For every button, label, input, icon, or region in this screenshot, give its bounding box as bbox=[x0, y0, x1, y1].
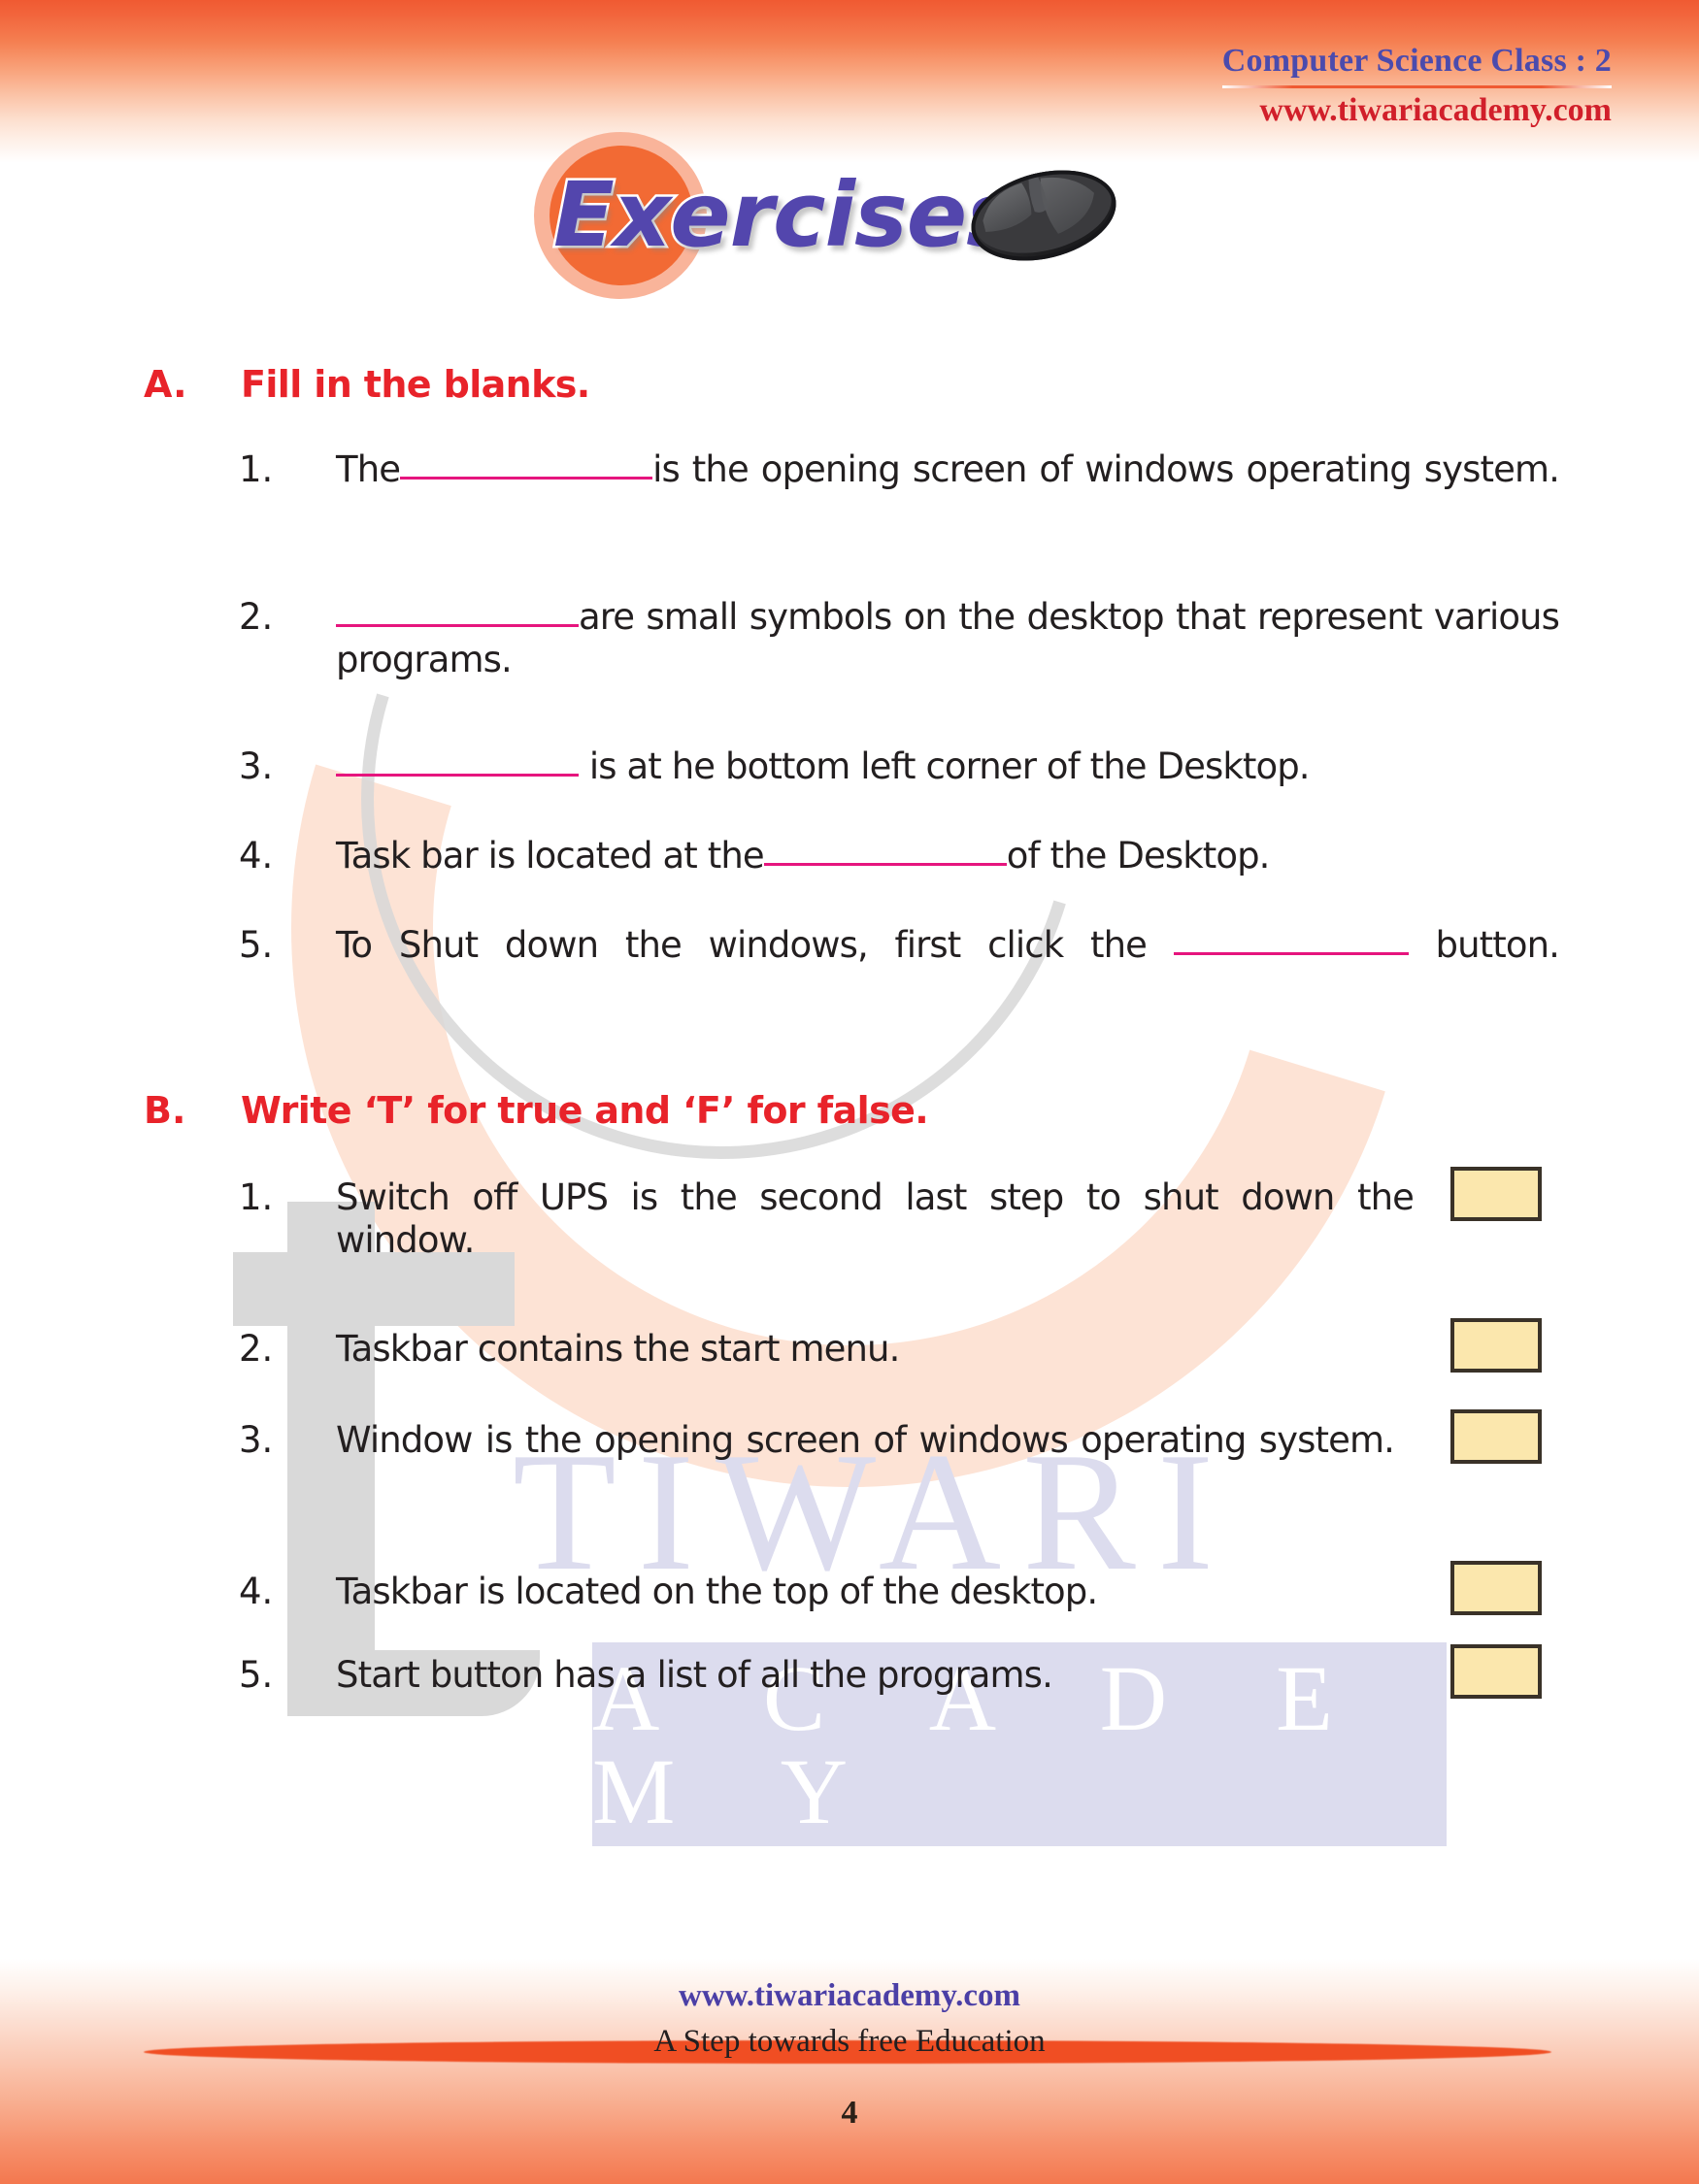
true-false-answer-box[interactable] bbox=[1450, 1318, 1542, 1373]
question-number: 3. bbox=[239, 745, 274, 787]
footer-website-link[interactable]: www.tiwariacademy.com bbox=[0, 1978, 1699, 2014]
question-post-text: is at he bottom left corner of the Deskt… bbox=[579, 745, 1311, 787]
fill-blank-line[interactable] bbox=[336, 624, 579, 627]
footer-tagline: A Step towards free Education bbox=[653, 2024, 1046, 2059]
header-divider bbox=[1221, 85, 1612, 88]
question-text: Taskbar contains the start menu. bbox=[336, 1328, 900, 1370]
question-text: The is the opening screen of windows oper… bbox=[336, 448, 1560, 535]
question-number: 4. bbox=[239, 1571, 274, 1612]
worksheet-content: A. Fill in the blanks. 1. The is the open… bbox=[0, 0, 1699, 2184]
question-text: To Shut down the windows, first click th… bbox=[336, 924, 1560, 1010]
question-number: 1. bbox=[239, 448, 274, 490]
header-website-link[interactable]: www.tiwariacademy.com bbox=[1222, 92, 1612, 129]
page-header: Computer Science Class : 2 www.tiwariaca… bbox=[1221, 43, 1612, 129]
question-post-text: of the Desktop. bbox=[1006, 835, 1271, 877]
header-subject-title: Computer Science Class : 2 bbox=[1221, 43, 1612, 79]
question-text: Switch off UPS is the second last step t… bbox=[336, 1176, 1415, 1262]
section-a-heading: Fill in the blanks. bbox=[241, 363, 590, 406]
question-post-text: are small symbols on the desktop that re… bbox=[336, 596, 1560, 681]
question-pre-text: The bbox=[336, 448, 401, 490]
question-number: 5. bbox=[239, 924, 274, 966]
question-text: Taskbar is located on the top of the des… bbox=[336, 1571, 1098, 1612]
page-title: Exercises bbox=[551, 161, 1022, 270]
page-number: 4 bbox=[841, 2095, 858, 2131]
section-a-letter: A. bbox=[144, 363, 187, 406]
fill-blank-line[interactable] bbox=[336, 774, 579, 777]
section-b-heading: Write ‘T’ for true and ‘F’ for false. bbox=[241, 1089, 929, 1132]
question-number: 2. bbox=[239, 596, 274, 638]
question-text: Window is the opening screen of windows … bbox=[336, 1419, 1395, 1461]
question-text: Start button has a list of all the progr… bbox=[336, 1654, 1053, 1696]
question-text: is at he bottom left corner of the Deskt… bbox=[336, 745, 1559, 788]
question-pre-text: Task bar is located at the bbox=[336, 835, 765, 877]
true-false-answer-box[interactable] bbox=[1450, 1561, 1542, 1615]
section-b-letter: B. bbox=[144, 1089, 186, 1132]
computer-mouse-icon bbox=[956, 155, 1131, 277]
question-post-text: button. bbox=[1408, 924, 1559, 966]
question-text: are small symbols on the desktop that re… bbox=[336, 596, 1560, 725]
question-number: 5. bbox=[239, 1654, 274, 1696]
fill-blank-line[interactable] bbox=[763, 863, 1007, 866]
worksheet-page: TIWARI A C A D E M Y Computer Science Cl… bbox=[0, 0, 1699, 2184]
question-text: Task bar is located at the of the Desktop… bbox=[336, 835, 1559, 877]
question-post-text: is the opening screen of windows operati… bbox=[652, 448, 1560, 490]
question-number: 1. bbox=[239, 1176, 274, 1218]
question-pre-text: To Shut down the windows, first click th… bbox=[336, 924, 1174, 966]
true-false-answer-box[interactable] bbox=[1450, 1167, 1542, 1221]
question-number: 2. bbox=[239, 1328, 274, 1370]
question-number: 3. bbox=[239, 1419, 274, 1461]
fill-blank-line[interactable] bbox=[400, 477, 653, 480]
question-number: 4. bbox=[239, 835, 274, 877]
fill-blank-line[interactable] bbox=[1173, 952, 1409, 955]
true-false-answer-box[interactable] bbox=[1450, 1409, 1542, 1464]
true-false-answer-box[interactable] bbox=[1450, 1644, 1542, 1699]
